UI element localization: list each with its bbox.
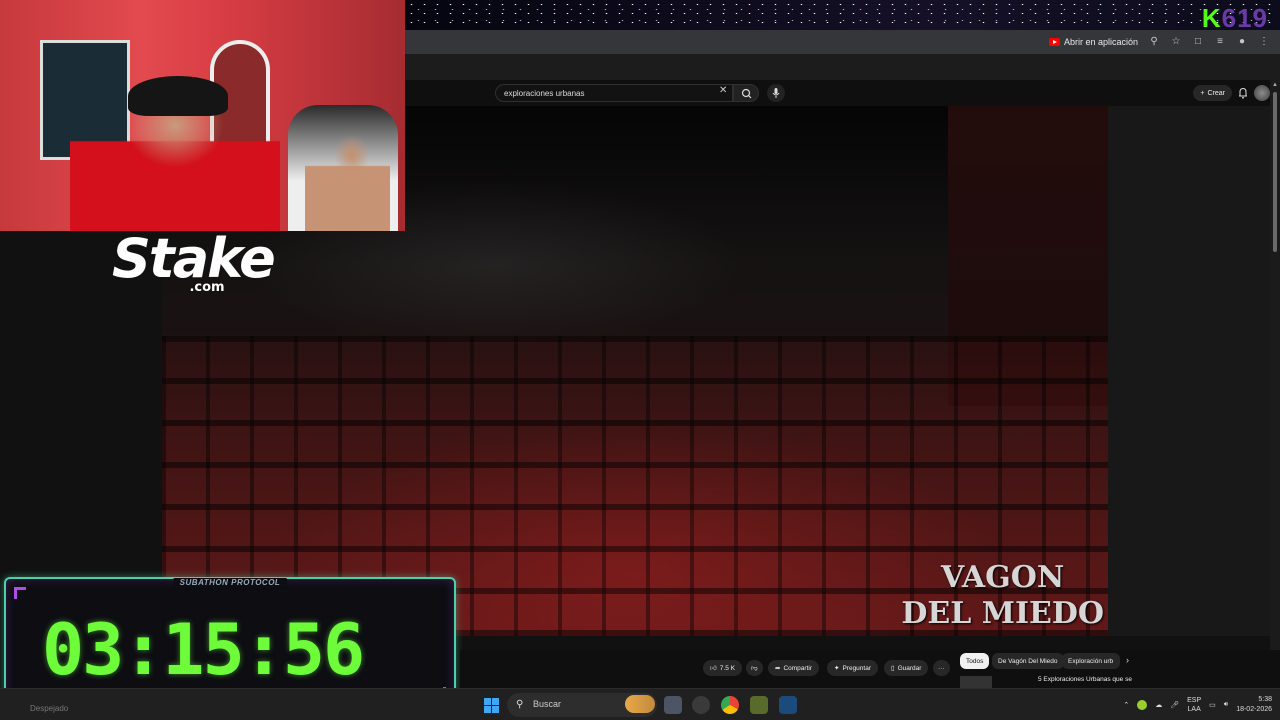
open-in-app-button[interactable]: Abrir en aplicación — [1048, 37, 1138, 47]
chip-topic[interactable]: Exploración urb — [1062, 653, 1120, 669]
language-indicator[interactable]: ESP LAA — [1187, 696, 1201, 714]
volume-icon[interactable]: 🔊︎ — [1224, 701, 1228, 709]
search-highlight-icon — [625, 695, 655, 713]
youtube-header: exploraciones urbanas ✕ + Crear — [405, 80, 1280, 106]
stake-sponsor-logo: Stake .com — [112, 228, 276, 296]
video-actions-bar: 👍︎ 7.5 K 👎︎ ➦ Compartir ✦ Preguntar ▯ Gu… — [460, 650, 1280, 688]
subathon-timer: 03:15:56 — [42, 609, 365, 691]
screen: K619 Abrir en aplicación ⚲ ☆ □ ≡ ● ⋮ exp… — [0, 0, 1280, 720]
subathon-label: SUBATHON PROTOCOL — [173, 578, 287, 587]
steam-icon[interactable] — [779, 696, 797, 714]
scroll-up-icon[interactable]: ▲ — [1272, 82, 1278, 88]
recommendation-item[interactable]: 5 Exploraciones Urbanas que se — [960, 674, 1160, 688]
kick-logo-letter: K — [1201, 3, 1222, 33]
voice-search-button[interactable] — [767, 84, 785, 102]
save-label: Guardar — [897, 664, 922, 672]
star-icon[interactable]: ☆ — [1170, 36, 1182, 48]
weather-widget-label[interactable]: Despejado — [30, 704, 68, 713]
chevron-up-icon[interactable]: ⌃ — [1123, 701, 1129, 709]
bookmark-icon: ▯ — [891, 665, 895, 672]
sparkle-icon: ✦ — [834, 665, 840, 672]
search-input[interactable]: exploraciones urbanas — [495, 84, 733, 102]
taskbar-search[interactable]: ⚲ Buscar — [507, 693, 657, 717]
chevron-right-icon[interactable]: › — [1126, 655, 1129, 665]
chrome-icon[interactable] — [721, 696, 739, 714]
clock-date: 18-02-2026 — [1236, 706, 1272, 713]
taskbar-clock[interactable]: 5:38 18-02-2026 — [1236, 695, 1272, 715]
windows-taskbar: Despejado ⚲ Buscar ⌃ ☁ 🎤︎ ESP LAA ▭ 🔊︎ 5… — [0, 688, 1280, 720]
frame-corner-top-left — [14, 587, 26, 599]
share-icon: ➦ — [775, 665, 781, 672]
microphone-icon — [772, 88, 780, 98]
browser-gap — [405, 54, 1280, 80]
stream-overlay-top-strip: K619 — [405, 0, 1280, 33]
tray-app-icon[interactable] — [1137, 700, 1148, 710]
youtube-icon — [1048, 38, 1060, 46]
channel-number: 619 — [1221, 3, 1268, 33]
search-icon — [741, 88, 752, 99]
scrollbar-thumb[interactable] — [1273, 92, 1277, 252]
display-icon[interactable]: ▭ — [1209, 701, 1216, 709]
like-button[interactable]: 👍︎ 7.5 K — [703, 660, 742, 676]
browser-toolbar: Abrir en aplicación ⚲ ☆ □ ≡ ● ⋮ — [405, 30, 1280, 54]
recommendation-thumbnail — [960, 676, 992, 688]
zoom-icon[interactable]: ⚲ — [1148, 36, 1160, 48]
share-button[interactable]: ➦ Compartir — [768, 660, 819, 676]
save-button[interactable]: ▯ Guardar — [884, 660, 929, 676]
microphone-icon[interactable]: 🎤︎ — [1170, 701, 1179, 709]
language-line-1: ESP — [1187, 697, 1202, 704]
app-icon-2[interactable] — [750, 696, 768, 714]
chip-label: De Vagón Del Miedo — [998, 657, 1058, 665]
taskbar-search-placeholder: Buscar — [533, 699, 562, 709]
profile-icon[interactable]: ● — [1236, 36, 1248, 48]
menu-icon[interactable]: ⋮ — [1258, 36, 1270, 48]
media-icon[interactable]: ≡ — [1214, 36, 1226, 48]
windows-start-icon[interactable] — [484, 698, 499, 713]
thumbs-down-icon: 👎︎ — [751, 665, 758, 672]
recommendations-panel — [1108, 106, 1270, 636]
page-scrollbar[interactable]: ▲ ▼ — [1270, 80, 1280, 688]
clear-search-icon[interactable]: ✕ — [719, 85, 727, 96]
cloud-icon[interactable]: ☁ — [1155, 701, 1162, 709]
chip-todos[interactable]: Todos — [960, 653, 990, 669]
search-button[interactable] — [733, 84, 759, 102]
plus-icon: + — [1200, 89, 1205, 97]
notifications-bell-icon[interactable] — [1238, 87, 1248, 99]
chip-label: Todos — [966, 657, 984, 665]
dislike-button[interactable]: 👎︎ — [746, 660, 763, 676]
watermark-line-2: DEL MIEDO — [901, 596, 1104, 631]
webcam-person-right — [305, 130, 390, 231]
extensions-icon[interactable]: □ — [1192, 36, 1204, 48]
chip-channel[interactable]: De Vagón Del Miedo — [992, 653, 1064, 669]
system-tray: ⌃ ☁ 🎤︎ ESP LAA ▭ 🔊︎ 5:38 18-02-2026 — [1123, 689, 1272, 720]
like-count: 7.5 K — [719, 664, 735, 672]
more-actions-label: ··· — [938, 664, 945, 672]
video-watermark: VAGON DEL MIEDO — [901, 560, 1104, 632]
app-icon[interactable] — [692, 696, 710, 714]
ask-button[interactable]: ✦ Preguntar — [827, 660, 878, 676]
open-in-app-label: Abrir en aplicación — [1063, 37, 1138, 47]
account-avatar[interactable] — [1254, 85, 1270, 101]
chip-label: Exploración urb — [1068, 657, 1114, 665]
clock-time: 5:38 — [1258, 696, 1272, 703]
webcam-cap — [128, 76, 228, 116]
create-label: Crear — [1207, 89, 1225, 97]
task-view-icon[interactable] — [664, 696, 682, 714]
share-label: Compartir — [783, 664, 812, 672]
thumbs-up-icon: 👍︎ — [710, 665, 717, 672]
language-line-2: LAA — [1187, 706, 1201, 713]
recommendation-title: 5 Exploraciones Urbanas que se — [1038, 676, 1132, 683]
streamer-webcam — [0, 0, 405, 231]
create-button[interactable]: + Crear — [1193, 85, 1232, 101]
search-icon: ⚲ — [516, 699, 524, 710]
ask-label: Preguntar — [842, 664, 871, 672]
more-actions-button[interactable]: ··· — [933, 660, 950, 676]
watermark-line-1: VAGON — [940, 560, 1065, 595]
